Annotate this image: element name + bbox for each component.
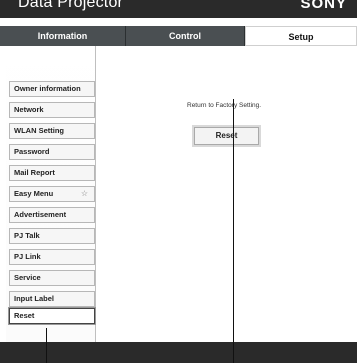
sidebar-item-wlan-setting[interactable]: WLAN Setting bbox=[9, 123, 95, 139]
sidebar-item-reset[interactable]: Reset bbox=[9, 308, 95, 324]
sidebar-item-pj-talk[interactable]: PJ Talk bbox=[9, 228, 95, 244]
sidebar-item-pj-link[interactable]: PJ Link bbox=[9, 249, 95, 265]
sidebar-item-advertisement[interactable]: Advertisement bbox=[9, 207, 95, 223]
sidebar-item-owner-information[interactable]: Owner information bbox=[9, 81, 95, 97]
tab-control[interactable]: Control bbox=[126, 26, 245, 46]
factory-setting-text: Return to Factory Setting. bbox=[187, 102, 262, 109]
sidebar-item-service[interactable]: Service bbox=[9, 270, 95, 286]
sidebar-item-mail-report[interactable]: Mail Report bbox=[9, 165, 95, 181]
tab-setup[interactable]: Setup bbox=[245, 26, 357, 46]
sidebar-item-network[interactable]: Network bbox=[9, 102, 95, 118]
sidebar-item-input-label[interactable]: Input Label bbox=[9, 291, 95, 307]
bottom-footer-bar bbox=[0, 342, 357, 363]
sidebar-item-password[interactable]: Password bbox=[9, 144, 95, 160]
tab-bar: Information Control Setup bbox=[0, 26, 357, 46]
brand-logo: SONY bbox=[300, 0, 347, 12]
sidebar-item-easy-menu-label: Easy Menu bbox=[14, 189, 54, 198]
setup-content-area: Return to Factory Setting. Reset bbox=[97, 46, 357, 342]
reset-button[interactable]: Reset bbox=[194, 127, 259, 145]
star-icon: ☆ bbox=[80, 189, 88, 198]
callout-line-center bbox=[233, 99, 234, 363]
callout-line-left bbox=[46, 328, 47, 363]
sidebar-item-easy-menu[interactable]: Easy Menu ☆ bbox=[9, 186, 95, 202]
top-header: Data Projector SONY bbox=[0, 0, 357, 18]
settings-sidebar: Owner information Network WLAN Setting P… bbox=[6, 46, 96, 342]
app-title: Data Projector bbox=[18, 0, 124, 11]
tab-information[interactable]: Information bbox=[0, 26, 126, 46]
